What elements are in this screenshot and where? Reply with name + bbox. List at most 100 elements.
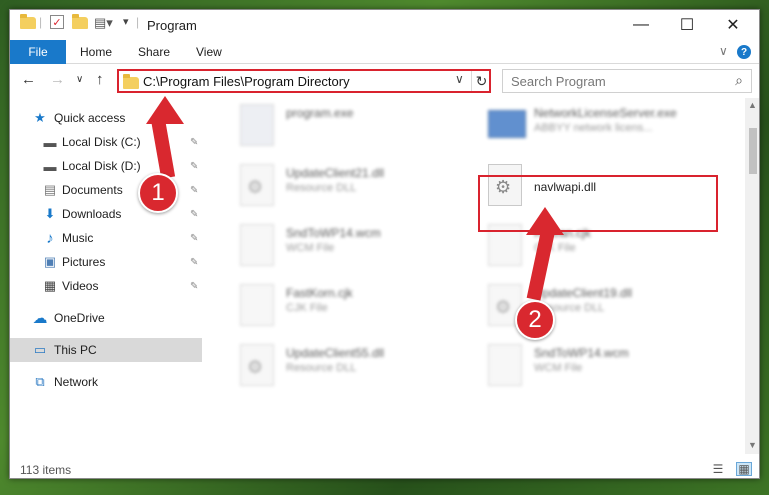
- sidebar-item-this-pc[interactable]: ▭ This PC: [10, 338, 202, 362]
- sidebar-item-onedrive[interactable]: ☁ OneDrive: [10, 306, 202, 330]
- pin-icon: ✎: [190, 232, 199, 244]
- details-view-icon[interactable]: ☰: [710, 462, 726, 476]
- file-item[interactable]: ⚙ UpdateClient19.dll Resource DLL: [478, 280, 718, 332]
- search-placeholder: Search Program: [511, 74, 606, 89]
- sidebar-item-videos[interactable]: ▦ Videos ✎: [10, 274, 202, 298]
- star-icon: ★: [34, 110, 46, 125]
- gear-icon: ⚙: [495, 297, 512, 317]
- customize-toolbar-icon[interactable]: ▤▾: [94, 15, 113, 31]
- scroll-thumb[interactable]: [749, 128, 757, 174]
- sidebar-item-label: Videos: [62, 279, 99, 293]
- sidebar-item-label: Documents: [62, 183, 123, 197]
- forward-arrow-icon[interactable]: →: [50, 71, 65, 88]
- address-path[interactable]: C:\Program Files\Program Directory: [143, 74, 350, 89]
- file-item[interactable]: ⚙ UpdateClient55.dll Resource DLL: [230, 340, 470, 392]
- drive-icon: ▬: [43, 158, 57, 174]
- close-icon: ✕: [726, 17, 740, 34]
- sidebar-item-local-disk-c[interactable]: ▬ Local Disk (C:) ✎: [10, 130, 202, 154]
- folder-icon: [123, 74, 139, 89]
- navigation-bar: ← → ∨ ↑ C:\Program Files\Program Directo…: [10, 65, 759, 97]
- file-type: WCM File: [286, 242, 335, 254]
- navigation-pane: ★ Quick access ▬ Local Disk (C:) ✎ ▬ Loc…: [10, 98, 210, 454]
- exe-file-icon: [240, 104, 274, 146]
- separator: |: [136, 15, 140, 29]
- maximize-icon: ☐: [679, 17, 695, 34]
- pin-icon: ✎: [190, 136, 199, 148]
- search-input[interactable]: Search Program ⌕: [502, 69, 752, 93]
- expand-ribbon-icon[interactable]: ∨: [719, 44, 728, 58]
- dll-file-icon: ⚙: [240, 164, 274, 206]
- sidebar-item-label: Quick access: [54, 111, 126, 125]
- recent-locations-icon[interactable]: ∨: [76, 74, 83, 85]
- file-type: Resource DLL: [286, 362, 357, 374]
- new-folder-icon[interactable]: [72, 14, 88, 29]
- address-dropdown-icon[interactable]: ∨: [455, 72, 464, 86]
- file-type: CJK File: [286, 302, 328, 314]
- maximize-button[interactable]: ☐: [664, 10, 710, 40]
- scroll-down-icon[interactable]: ▼: [748, 440, 757, 450]
- explorer-window: | ✓ ▤▾ ▾ | Program — ☐ ✕ File Home Share…: [9, 9, 760, 479]
- back-arrow-icon[interactable]: ←: [21, 71, 36, 88]
- properties-icon[interactable]: ✓: [50, 15, 64, 29]
- step-badge-1: 1: [138, 173, 178, 213]
- help-icon[interactable]: ?: [737, 45, 751, 59]
- minimize-icon: —: [633, 16, 649, 33]
- sidebar-item-music[interactable]: ♪ Music ✎: [10, 226, 202, 250]
- tab-home[interactable]: Home: [80, 45, 112, 59]
- file-item[interactable]: FastKorn.cjk CJK File: [230, 280, 470, 332]
- sidebar-item-label: Music: [62, 231, 94, 245]
- scroll-up-icon[interactable]: ▲: [748, 100, 757, 110]
- network-icon: ⧉: [35, 374, 45, 389]
- file-name: SndToWP14.wcm: [534, 346, 629, 360]
- sidebar-item-pictures[interactable]: ▣ Pictures ✎: [10, 250, 202, 274]
- pictures-icon: ▣: [43, 254, 57, 269]
- arrow-head-icon: [146, 96, 184, 124]
- sidebar-item-label: Local Disk (D:): [62, 159, 141, 173]
- folder-icon: [20, 14, 36, 29]
- sidebar-item-label: This PC: [54, 343, 97, 357]
- sidebar-item-label: Downloads: [62, 207, 122, 221]
- window-title: Program: [147, 18, 197, 33]
- tab-view[interactable]: View: [196, 45, 222, 59]
- vertical-scrollbar[interactable]: ▲ ▼: [745, 98, 759, 454]
- address-bar[interactable]: C:\Program Files\Program Directory ∨ ↻: [117, 69, 491, 93]
- file-type: WCM File: [534, 362, 583, 374]
- file-item[interactable]: program.exe: [230, 100, 470, 152]
- file-item[interactable]: SndToWP14.wcm WCM File: [230, 220, 470, 272]
- up-arrow-icon[interactable]: ↑: [96, 71, 104, 88]
- file-item[interactable]: SndToWP14.wcm WCM File: [478, 340, 718, 392]
- sidebar-item-label: Network: [54, 375, 99, 389]
- documents-icon: ▤: [43, 182, 57, 197]
- gear-icon: ⚙: [247, 177, 264, 197]
- tab-share[interactable]: Share: [138, 45, 170, 59]
- large-icons-view-icon[interactable]: ▦: [736, 462, 752, 476]
- sidebar-item-network[interactable]: ⧉ Network: [10, 370, 202, 394]
- exe-file-icon: [488, 110, 526, 138]
- refresh-icon[interactable]: ↻: [471, 71, 491, 91]
- ribbon-tabs: File Home Share View ∨ ?: [10, 40, 759, 64]
- minimize-button[interactable]: —: [618, 10, 664, 40]
- dll-file-icon: ⚙: [240, 344, 274, 386]
- file-type: Resource DLL: [286, 182, 357, 194]
- file-item[interactable]: ⚙ UpdateClient21.dll Resource DLL: [230, 160, 470, 212]
- file-name: FastKorn.cjk: [286, 286, 353, 300]
- file-name: program.exe: [286, 106, 354, 120]
- search-icon[interactable]: ⌕: [735, 72, 743, 89]
- file-name: NetworkLicenseServer.exe: [534, 106, 677, 120]
- file-type: ABBYY network licens...: [534, 122, 653, 134]
- gear-icon: ⚙: [247, 357, 264, 377]
- dropdown-arrow-icon[interactable]: ▾: [123, 15, 129, 28]
- computer-icon: ▭: [33, 342, 47, 357]
- close-button[interactable]: ✕: [710, 10, 756, 40]
- status-bar: 113 items ☰ ▦: [10, 458, 759, 478]
- file-name: SndToWP14.wcm: [286, 226, 381, 240]
- highlight-box: [478, 175, 718, 232]
- tab-file[interactable]: File: [10, 40, 66, 64]
- item-count: 113 items: [20, 463, 72, 477]
- sidebar-item-label: OneDrive: [54, 311, 105, 325]
- pin-icon: ✎: [190, 256, 199, 268]
- file-icon: [240, 284, 274, 326]
- drive-icon: ▬: [43, 134, 57, 150]
- videos-icon: ▦: [43, 278, 57, 293]
- file-item[interactable]: NetworkLicenseServer.exe ABBYY network l…: [478, 100, 718, 152]
